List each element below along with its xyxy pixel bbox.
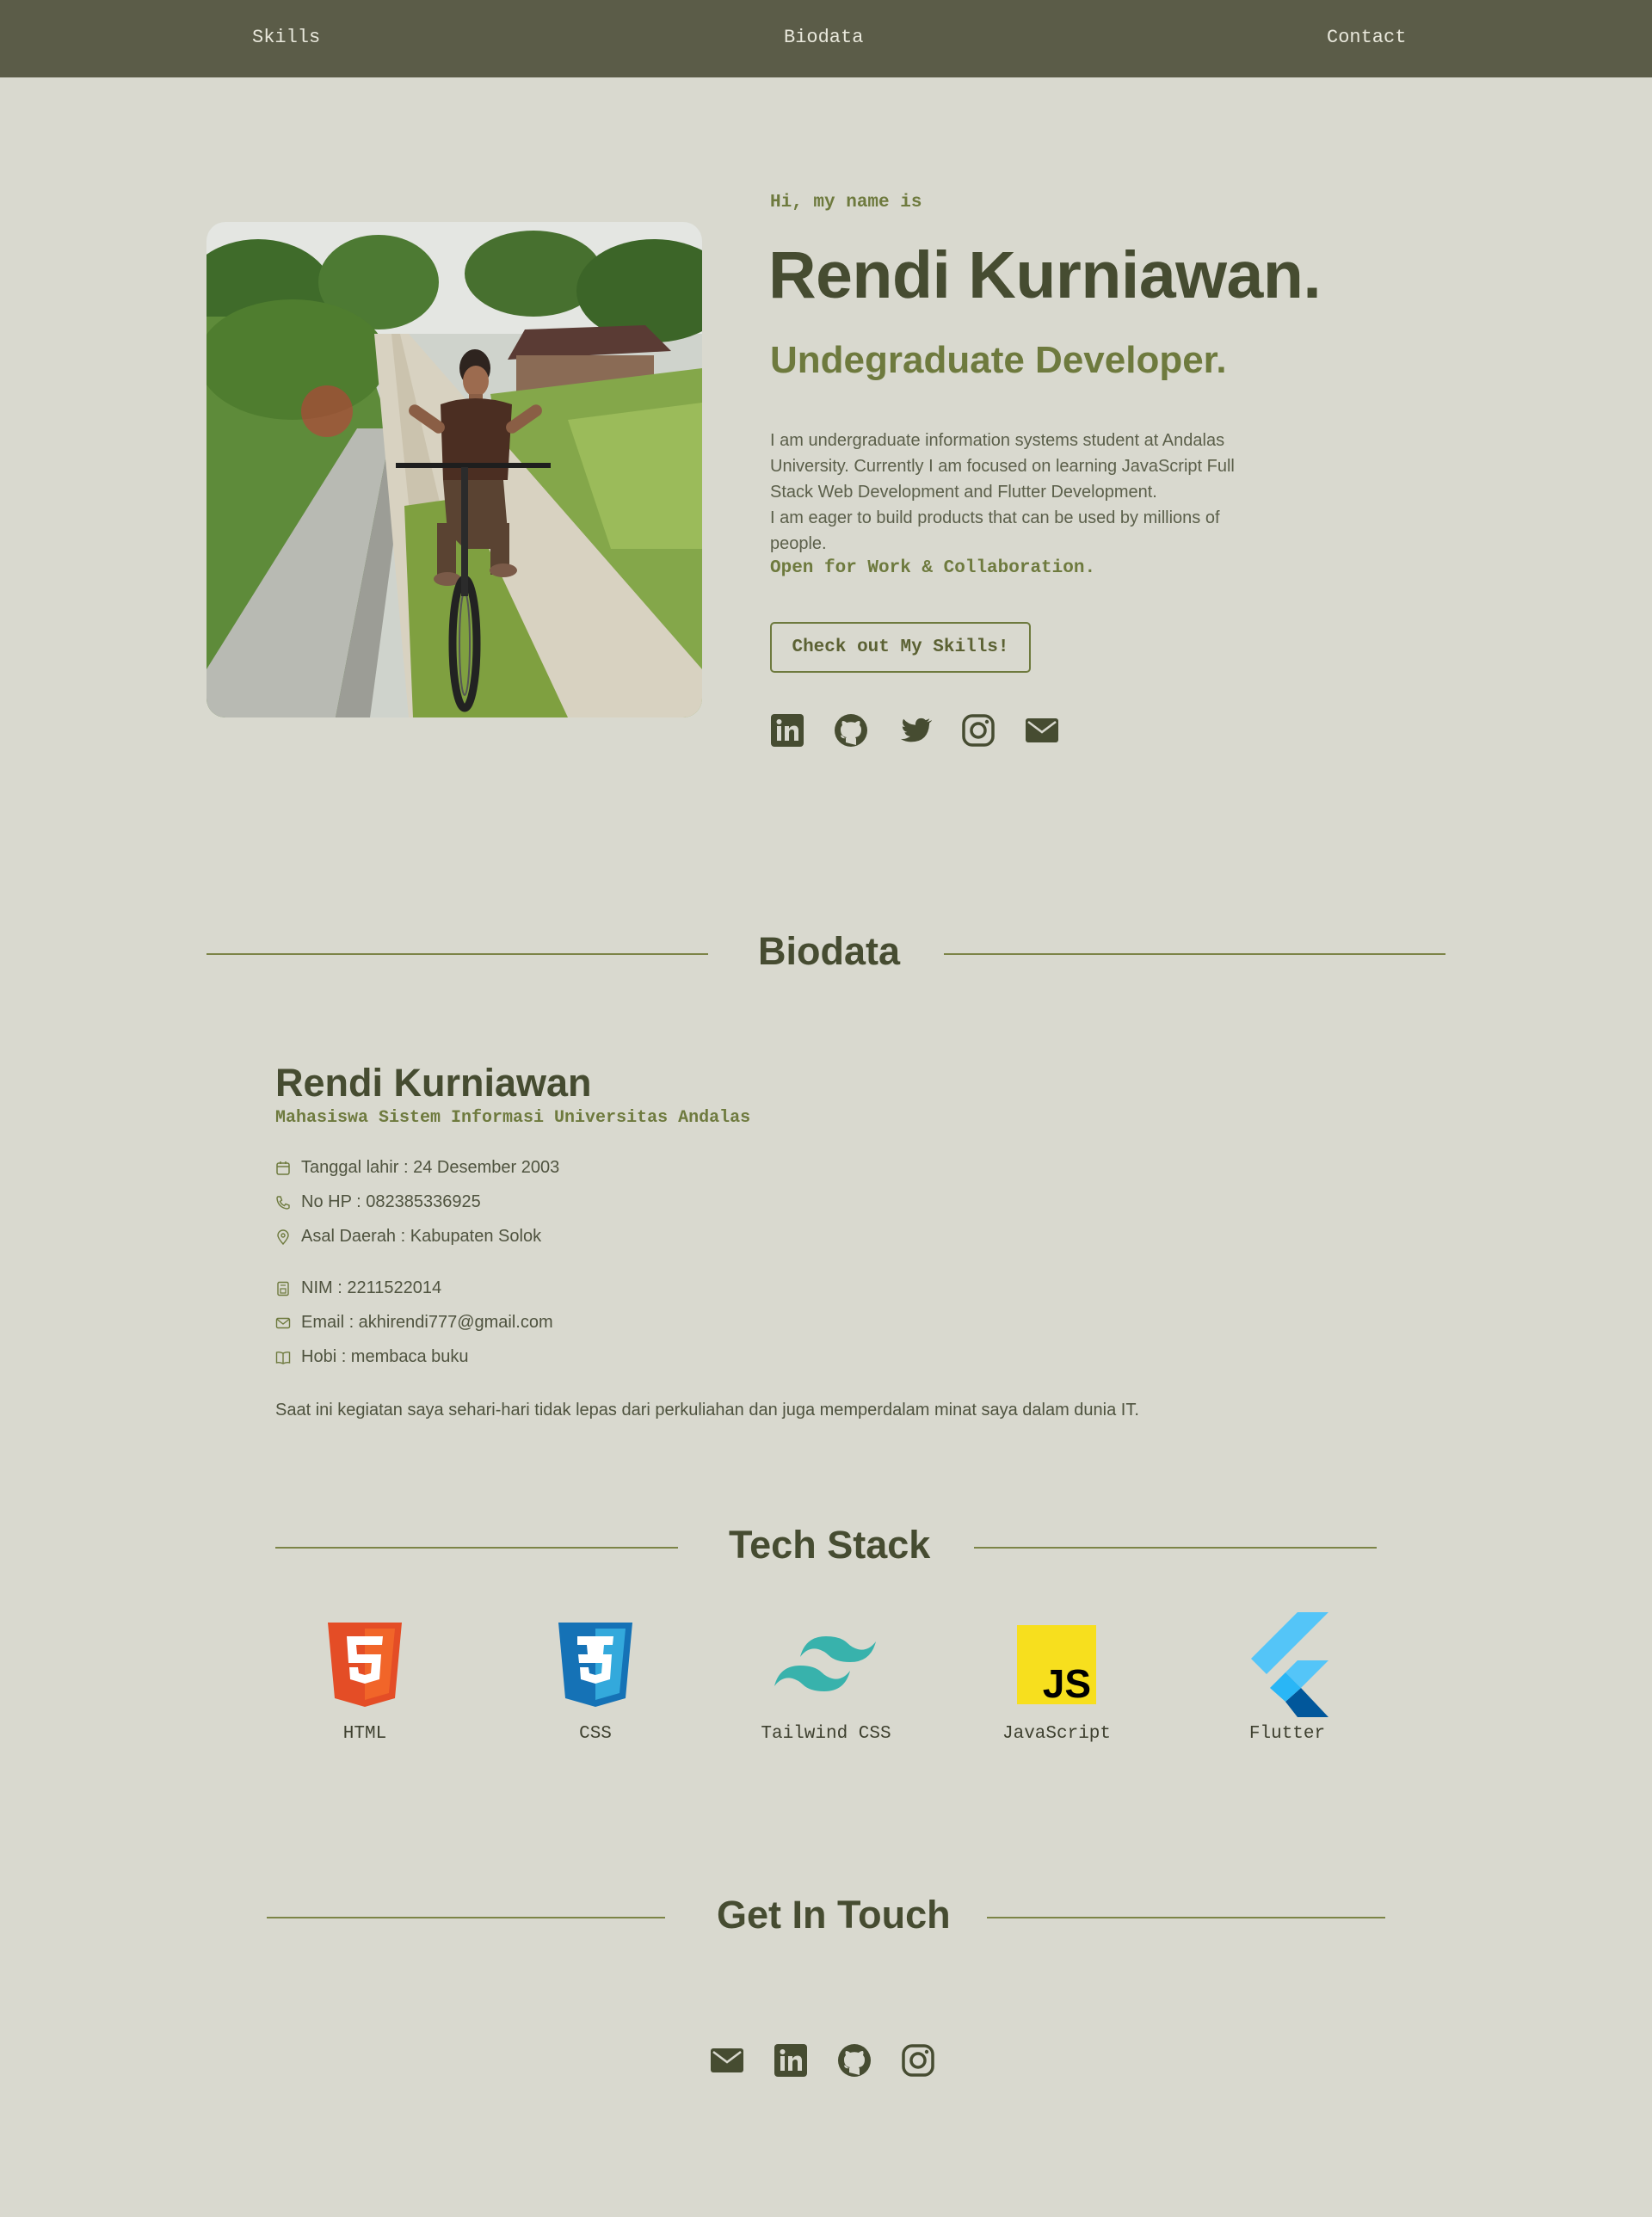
biodata-item-text: NIM : 2211522014 xyxy=(301,1278,442,1297)
biodata-item-email: Email : akhirendi777@gmail.com xyxy=(275,1313,553,1333)
hero-description: I am undergraduate information systems s… xyxy=(770,428,1252,557)
techstack-divider-left xyxy=(275,1547,678,1549)
html5-logo-icon xyxy=(328,1623,402,1707)
mail-icon[interactable] xyxy=(710,2043,744,2078)
hero-greeting: Hi, my name is xyxy=(770,193,922,212)
biodata-heading: Biodata xyxy=(758,929,901,973)
top-navbar: Skills Biodata Contact xyxy=(0,0,1652,77)
calendar-icon xyxy=(276,1161,290,1175)
biodata-item-origin: Asal Daerah : Kabupaten Solok xyxy=(275,1227,541,1247)
tech-item-javascript: JS JavaScript xyxy=(971,1617,1143,1744)
biodata-paragraph: Saat ini kegiatan saya sehari-hari tidak… xyxy=(275,1401,1139,1419)
javascript-logo-icon: JS xyxy=(1017,1625,1096,1704)
contact-divider-right xyxy=(987,1917,1385,1918)
biodata-item-phone: No HP : 082385336925 xyxy=(275,1192,481,1212)
biodata-item-text: Email : akhirendi777@gmail.com xyxy=(301,1313,553,1332)
nav-biodata-link[interactable]: Biodata xyxy=(784,27,863,48)
svg-text:JS: JS xyxy=(1043,1661,1091,1704)
tech-label: JavaScript xyxy=(1002,1724,1112,1744)
hero-description-text: I am undergraduate information systems s… xyxy=(770,431,1235,502)
linkedin-icon[interactable] xyxy=(770,713,804,748)
github-icon[interactable] xyxy=(837,2043,872,2078)
instagram-icon[interactable] xyxy=(961,713,996,748)
biodata-item-birthdate: Tanggal lahir : 24 Desember 2003 xyxy=(275,1158,559,1178)
biodata-item-nim: NIM : 2211522014 xyxy=(275,1278,441,1298)
id-card-icon xyxy=(277,1281,289,1296)
twitter-icon[interactable] xyxy=(897,713,932,748)
hero-role: Undegraduate Developer. xyxy=(770,339,1227,381)
techstack-heading: Tech Stack xyxy=(729,1523,931,1567)
tech-label: Flutter xyxy=(1248,1724,1326,1744)
tech-label: CSS xyxy=(579,1724,612,1744)
phone-icon xyxy=(276,1195,290,1210)
mail-icon[interactable] xyxy=(1025,713,1059,748)
biodata-subtitle: Mahasiswa Sistem Informasi Universitas A… xyxy=(275,1108,751,1128)
check-skills-button[interactable]: Check out My Skills! xyxy=(770,622,1031,673)
instagram-icon[interactable] xyxy=(901,2043,935,2078)
tech-label: Tailwind CSS xyxy=(761,1724,891,1744)
tech-item-css: CSS xyxy=(509,1617,681,1744)
location-pin-icon xyxy=(277,1229,289,1245)
biodata-divider-right xyxy=(944,953,1446,955)
tech-label: HTML xyxy=(342,1724,387,1744)
nav-contact-link[interactable]: Contact xyxy=(1327,27,1406,48)
biodata-name: Rendi Kurniawan xyxy=(275,1061,592,1105)
linkedin-icon[interactable] xyxy=(774,2043,808,2078)
nav-skills-link[interactable]: Skills xyxy=(252,27,320,48)
contact-heading: Get In Touch xyxy=(717,1893,951,1937)
contact-social-links xyxy=(710,2043,935,2078)
envelope-icon xyxy=(275,1317,291,1328)
hero-social-links xyxy=(770,713,1059,748)
contact-divider-left xyxy=(267,1917,665,1918)
biodata-divider-left xyxy=(206,953,708,955)
biodata-item-text: No HP : 082385336925 xyxy=(301,1192,481,1211)
book-icon xyxy=(275,1351,291,1364)
hero-name: Rendi Kurniawan. xyxy=(768,238,1322,312)
hero-description-text-2: I am eager to build products that can be… xyxy=(770,508,1220,553)
tailwind-logo-icon xyxy=(774,1636,876,1691)
flutter-logo-icon xyxy=(1251,1612,1328,1717)
tech-item-tailwind: Tailwind CSS xyxy=(740,1617,912,1744)
css3-logo-icon xyxy=(558,1623,632,1707)
tech-item-flutter: Flutter xyxy=(1201,1612,1373,1744)
tech-item-html: HTML xyxy=(279,1617,451,1744)
github-icon[interactable] xyxy=(834,713,868,748)
profile-photo xyxy=(206,222,702,717)
hero-open-for-work: Open for Work & Collaboration. xyxy=(770,558,1096,578)
biodata-item-hobby: Hobi : membaca buku xyxy=(275,1347,469,1367)
biodata-item-text: Hobi : membaca buku xyxy=(301,1347,469,1366)
biodata-item-text: Tanggal lahir : 24 Desember 2003 xyxy=(301,1158,560,1177)
biodata-item-text: Asal Daerah : Kabupaten Solok xyxy=(301,1227,542,1246)
techstack-divider-right xyxy=(974,1547,1377,1549)
